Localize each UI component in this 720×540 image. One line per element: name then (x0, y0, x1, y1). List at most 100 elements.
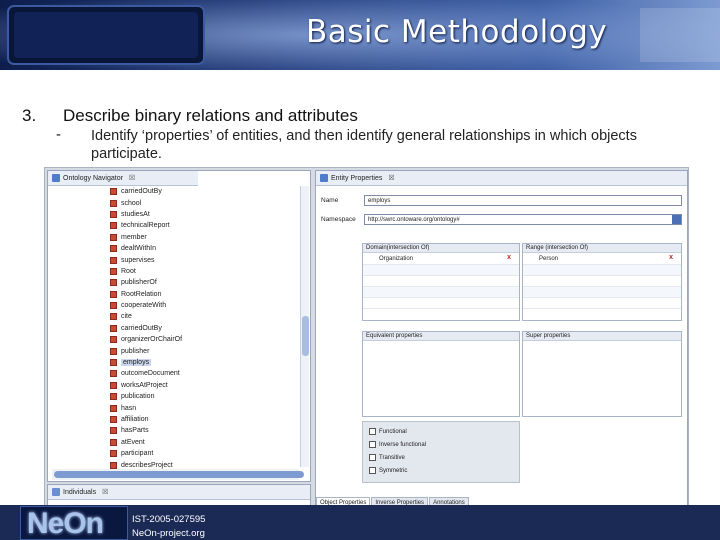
table-row[interactable]: Organization x (363, 254, 519, 265)
tab-label: Ontology Navigator (63, 174, 123, 182)
checkbox-functional[interactable]: Functional (369, 428, 407, 435)
table-row[interactable]: Person x (523, 254, 681, 265)
super-header: Super properties (523, 332, 681, 341)
tree-item[interactable]: member (110, 232, 295, 243)
checkbox-inverse-functional[interactable]: Inverse functional (369, 441, 426, 448)
checkbox-label: Transitive (379, 454, 405, 461)
tree-item-label: hasn (121, 404, 137, 412)
checkbox-symmetric[interactable]: Symmetric (369, 467, 407, 474)
tree-item-label: cooperateWith (121, 302, 167, 310)
range-header: Range (intersection Of) (523, 244, 681, 253)
close-icon[interactable]: ☒ (102, 488, 108, 496)
domain-value: Organization (379, 256, 414, 262)
scroll-thumb[interactable] (54, 471, 304, 478)
navigator-icon (52, 174, 60, 182)
tree-item-label: hasParts (121, 427, 149, 435)
tree-item[interactable]: carriedOutBy (110, 186, 295, 197)
namespace-label: Namespace (321, 216, 356, 223)
chevron-down-icon[interactable] (672, 215, 681, 224)
tree-item[interactable]: organizerOrChairOf (110, 334, 295, 345)
horizontal-scrollbar[interactable] (52, 469, 304, 480)
domain-group: Domain(intersection Of) Organization x (362, 243, 520, 321)
tree-item[interactable]: participant (110, 448, 295, 459)
neon-logo: NeOn (27, 507, 104, 540)
tree-item[interactable]: atEvent (110, 437, 295, 448)
delete-icon[interactable]: x (669, 254, 673, 261)
table-row (363, 298, 519, 309)
equivalent-properties-group: Equivalent properties (362, 331, 520, 417)
tree-item-label: participant (121, 450, 154, 458)
tree-item[interactable]: employs (110, 357, 295, 368)
page-title: Basic Methodology (306, 14, 608, 50)
tree-item-label: outcomeDocument (121, 370, 180, 378)
property-icon (110, 359, 117, 367)
vertical-scrollbar[interactable] (300, 186, 309, 467)
tree-item[interactable]: hasn (110, 402, 295, 413)
close-icon[interactable]: ☒ (388, 174, 394, 182)
tree-item[interactable]: cite (110, 311, 295, 322)
properties-icon (320, 174, 328, 182)
tree-item-label: employs (121, 359, 152, 367)
tab-entity-properties[interactable]: Entity Properties ☒ (316, 171, 687, 186)
tree-item-label: school (121, 199, 142, 207)
checkbox-label: Symmetric (379, 467, 408, 474)
name-label: Name (321, 197, 339, 204)
tree-item[interactable]: Root (110, 266, 295, 277)
tree-item-label: studiesAt (121, 210, 150, 218)
property-icon (110, 381, 117, 389)
checkbox-transitive[interactable]: Transitive (369, 454, 405, 461)
table-row (523, 287, 681, 298)
close-icon[interactable]: ☒ (129, 174, 135, 182)
tree-item[interactable]: studiesAt (110, 209, 295, 220)
tree-item[interactable]: school (110, 197, 295, 208)
tree-item[interactable]: publisher (110, 345, 295, 356)
tree-item-label: publisherOf (121, 279, 157, 287)
tree-item[interactable]: carriedOutBy (110, 323, 295, 334)
tree-item[interactable]: technicalReport (110, 220, 295, 231)
tree-item[interactable]: publication (110, 391, 295, 402)
sub-bullet-dash: - (56, 126, 61, 143)
checkbox[interactable] (369, 441, 376, 448)
tree-item-label: publisher (121, 347, 150, 355)
property-icon (110, 416, 117, 423)
property-icon (110, 324, 117, 332)
table-row (523, 298, 681, 309)
property-icon (110, 370, 117, 378)
tree-item-label: RootRelation (121, 290, 162, 298)
tree-item[interactable]: affiliation (110, 414, 295, 425)
property-icon (110, 393, 117, 401)
tree-item[interactable]: outcomeDocument (110, 368, 295, 379)
property-icon (110, 404, 117, 412)
checkbox[interactable] (369, 428, 376, 435)
checkbox-label: Inverse functional (379, 441, 427, 448)
bullet-number: 3. (22, 106, 37, 125)
tree-item[interactable]: worksAtProject (110, 380, 295, 391)
ontology-navigator-pane: Ontology Navigator ☒ carriedOutBy school s… (47, 170, 311, 482)
tree-item-label: carriedOutBy (121, 324, 162, 332)
tab-individuals[interactable]: Individuals ☒ (48, 485, 310, 500)
navigator-tree: carriedOutBy school studiesAt technicalRepo… (110, 186, 295, 471)
tree-item[interactable]: hasParts (110, 425, 295, 436)
property-icon (110, 256, 117, 264)
property-icon (110, 427, 117, 435)
tree-item[interactable]: supervises (110, 254, 295, 265)
property-icon (110, 199, 117, 207)
namespace-select[interactable]: http://swrc.ontoware.org/ontology# (364, 214, 682, 225)
sub-bullet-text: Identify ‘properties’ of entities, and t… (91, 128, 637, 162)
individuals-icon (52, 488, 60, 496)
delete-icon[interactable]: x (507, 254, 511, 261)
tree-item[interactable]: RootRelation (110, 289, 295, 300)
name-field[interactable]: employs (364, 195, 682, 206)
tab-label: Individuals (63, 488, 97, 496)
tab-ontology-navigator[interactable]: Ontology Navigator ☒ (48, 171, 198, 186)
checkbox[interactable] (369, 467, 376, 474)
property-icon (110, 290, 117, 298)
property-icon (110, 233, 117, 241)
property-icon (110, 461, 117, 469)
tree-item-label: cite (121, 313, 132, 321)
tree-item[interactable]: cooperateWith (110, 300, 295, 311)
tree-item[interactable]: dealtWithIn (110, 243, 295, 254)
checkbox[interactable] (369, 454, 376, 461)
scroll-thumb[interactable] (302, 316, 309, 356)
tree-item[interactable]: publisherOf (110, 277, 295, 288)
